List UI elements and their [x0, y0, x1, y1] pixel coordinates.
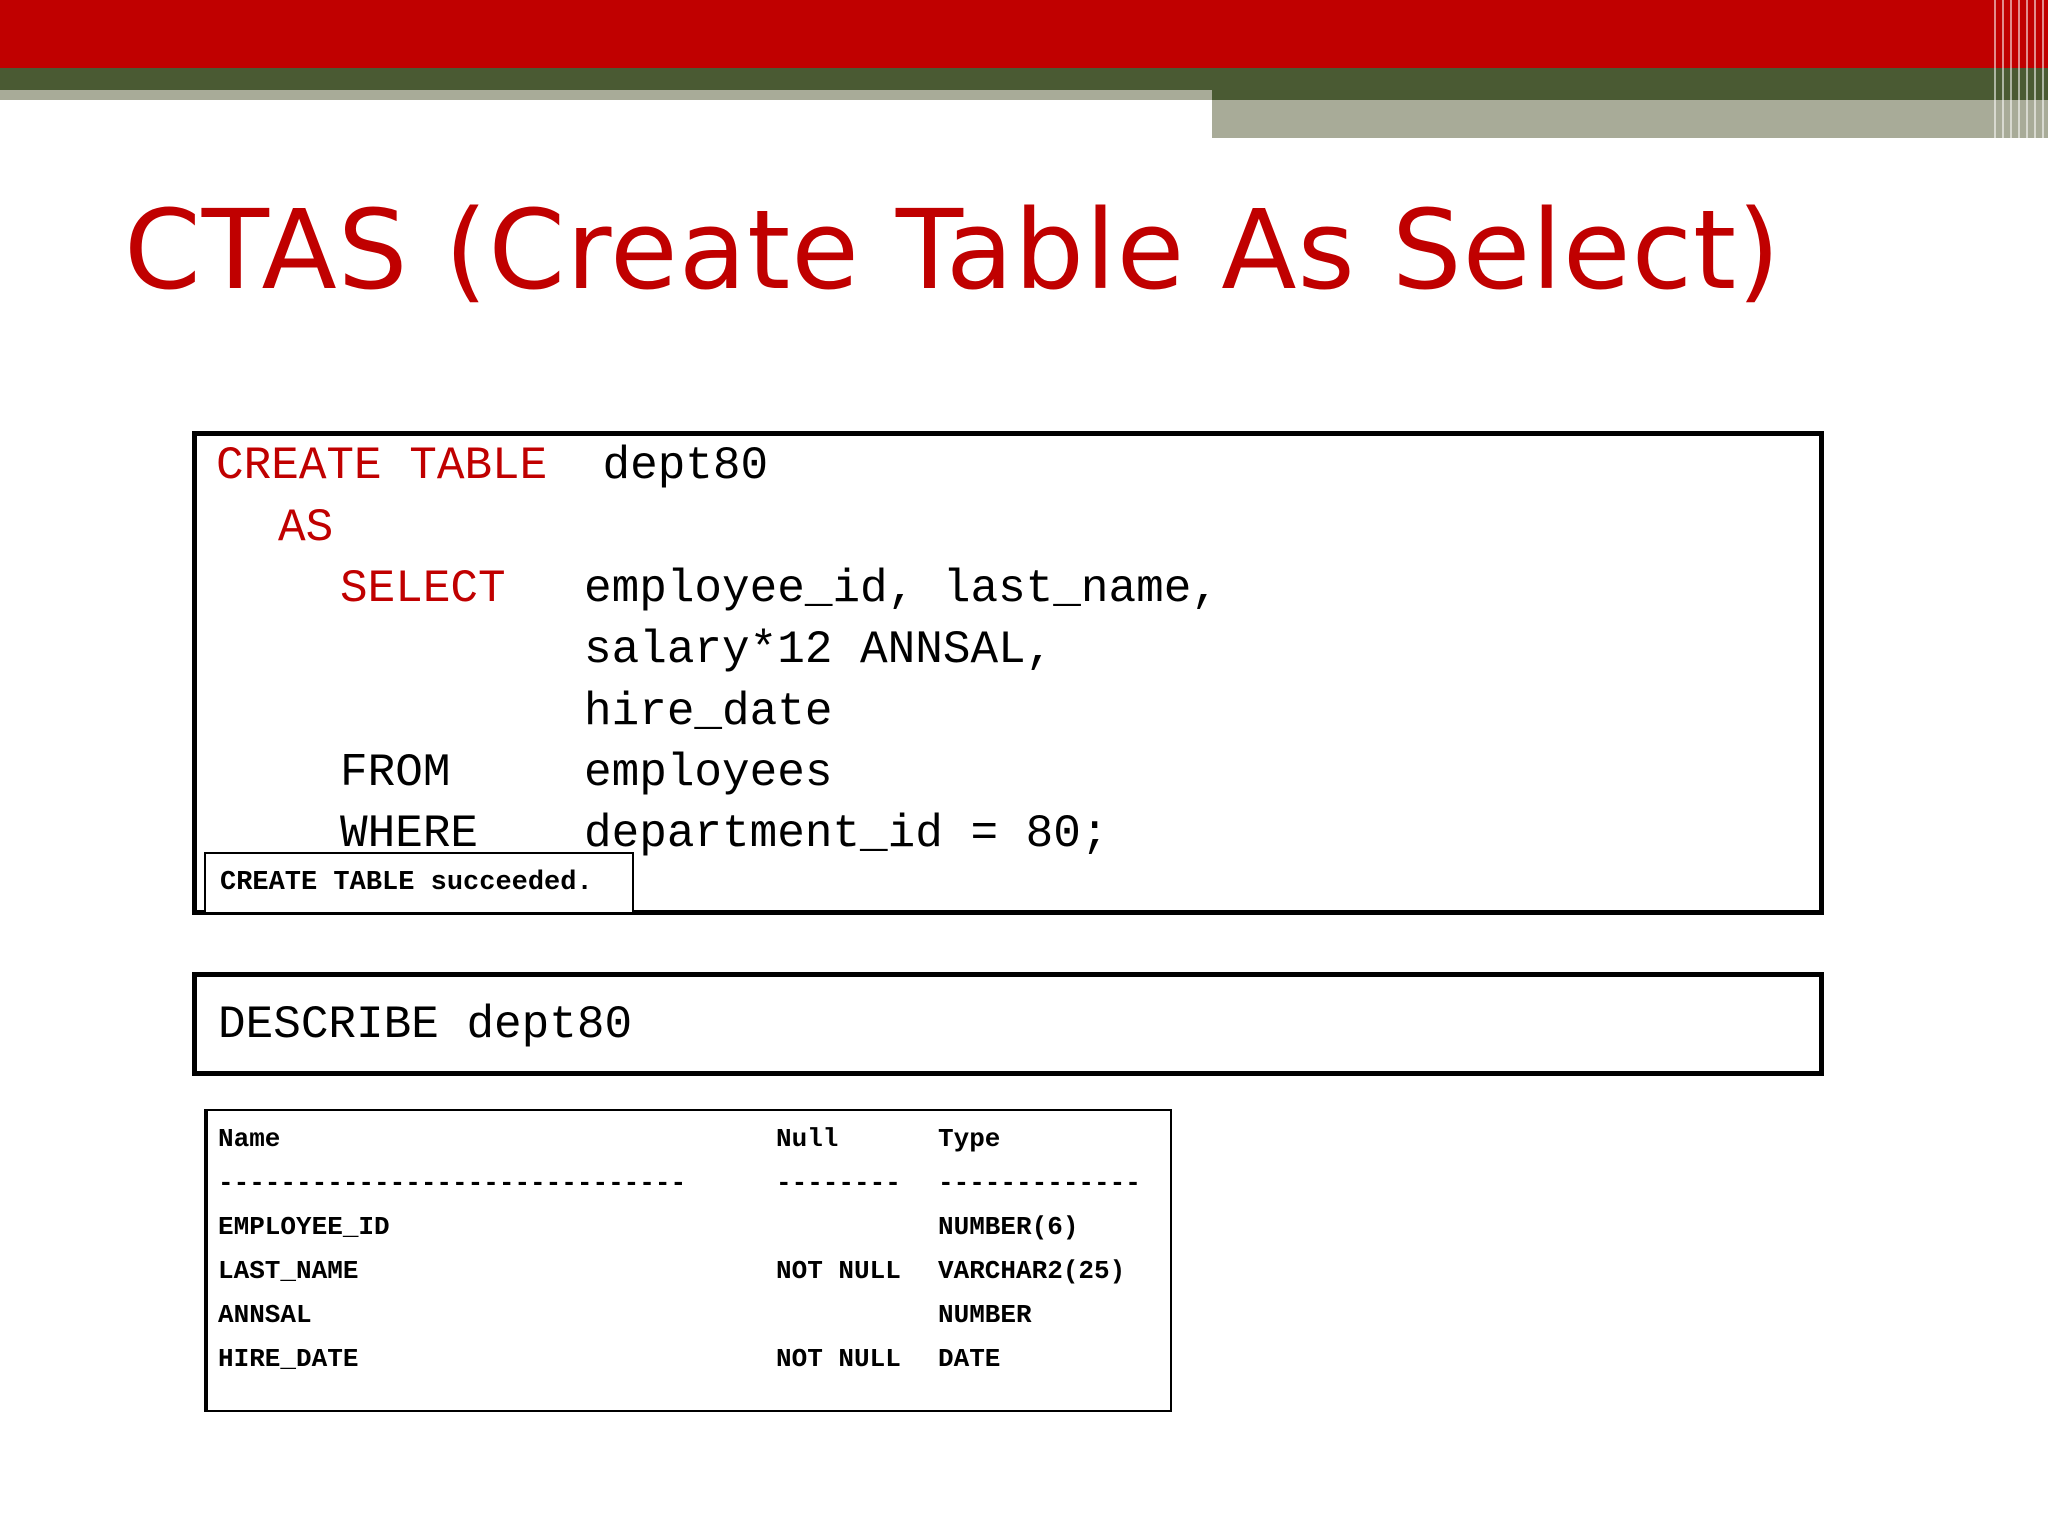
- header-gray-bar-right: [1212, 100, 2048, 138]
- header-red-bar: [0, 0, 2048, 68]
- header-corner-stripes: [1988, 0, 2048, 138]
- code-line-1: CREATE TABLE dept80: [216, 438, 768, 494]
- code-line-5: hire_date: [584, 686, 833, 738]
- separator-null: --------: [776, 1168, 901, 1198]
- table-row-1-type: NUMBER(6): [938, 1212, 1079, 1242]
- header-green-bar-right: [1212, 68, 2048, 100]
- keyword-as: AS: [278, 502, 334, 554]
- code-line-6-keyword: FROM: [340, 747, 451, 799]
- table-row-1-name: EMPLOYEE_ID: [218, 1212, 390, 1242]
- code-line-3-columns: employee_id, last_name,: [584, 563, 1219, 615]
- code-line-4: salary*12 ANNSAL,: [584, 624, 1054, 676]
- header-green-bar-left: [0, 68, 1212, 90]
- table-row-3-name: ANNSAL: [218, 1300, 312, 1330]
- column-header-name: Name: [218, 1124, 281, 1154]
- header-gray-bar-left: [0, 90, 1212, 100]
- describe-result-table: Name Null Type -------------------------…: [204, 1109, 1172, 1412]
- code-line-6-table: employees: [584, 747, 833, 799]
- keyword-select: SELECT: [340, 563, 506, 615]
- column-header-type: Type: [938, 1124, 1001, 1154]
- separator-type: -------------: [938, 1168, 1141, 1198]
- status-message: CREATE TABLE succeeded.: [204, 852, 634, 914]
- slide-title: CTAS (Create Table As Select): [124, 186, 1782, 314]
- table-row-4-null: NOT NULL: [776, 1344, 901, 1374]
- column-header-null: Null: [776, 1124, 839, 1154]
- code-line-2: AS: [278, 500, 333, 556]
- separator-name: ------------------------------: [218, 1168, 687, 1198]
- table-row-2-name: LAST_NAME: [218, 1256, 359, 1286]
- code-line-3-keyword: SELECT: [340, 561, 506, 617]
- table-row-2-null: NOT NULL: [776, 1256, 901, 1286]
- table-row-4-type: DATE: [938, 1344, 1001, 1374]
- code-table-name: dept80: [602, 440, 769, 492]
- table-row-2-type: VARCHAR2(25): [938, 1256, 1126, 1286]
- code-line-7-condition: department_id = 80;: [584, 808, 1109, 860]
- table-row-3-type: NUMBER: [938, 1300, 1032, 1330]
- table-row-4-name: HIRE_DATE: [218, 1344, 359, 1374]
- describe-command: DESCRIBE dept80: [218, 999, 633, 1051]
- keyword-create-table: CREATE TABLE: [216, 440, 548, 492]
